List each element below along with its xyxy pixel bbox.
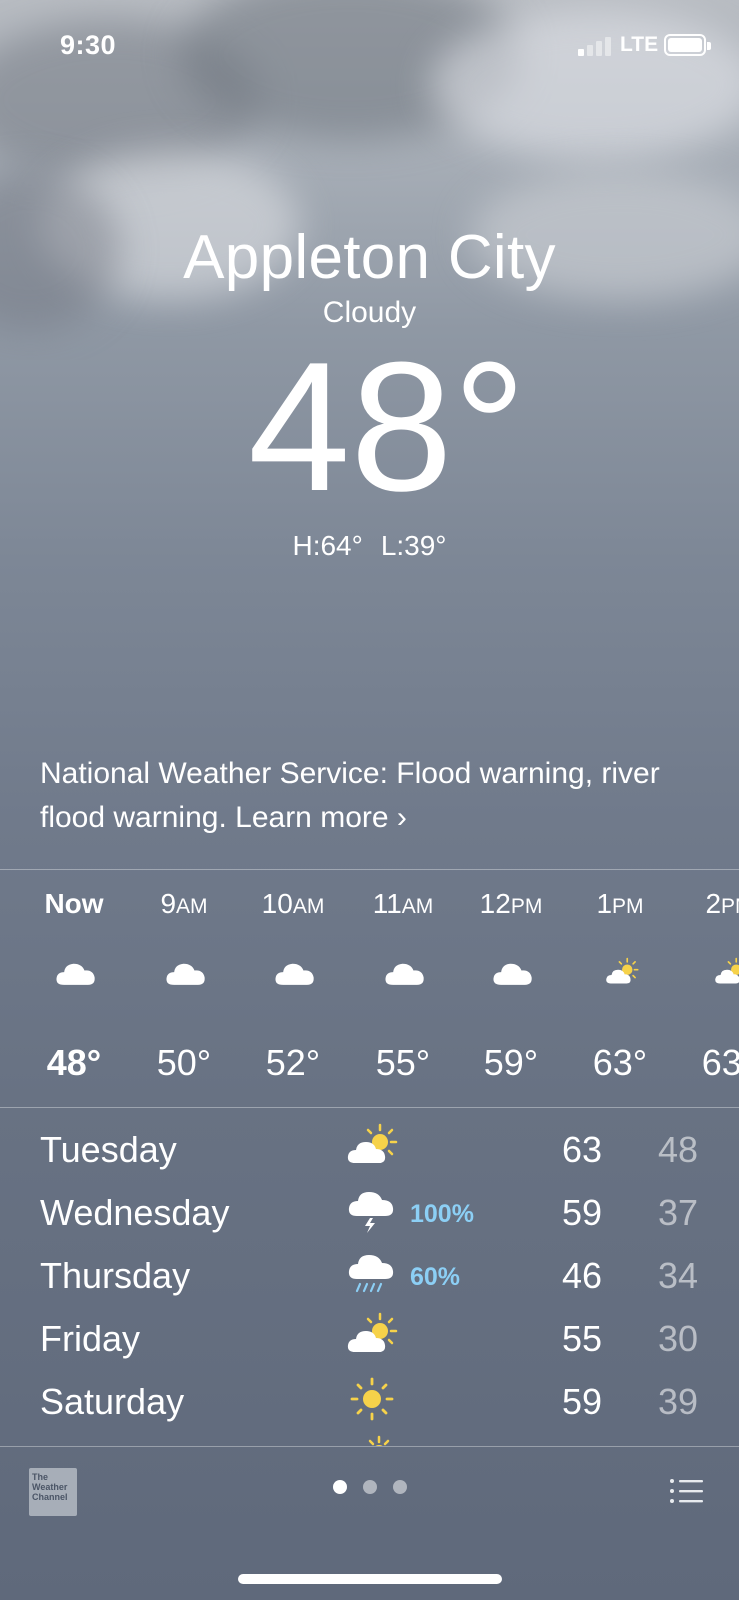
hourly-item: 2PM 63° [674, 870, 739, 1100]
low-temp: L:39° [380, 530, 447, 561]
cloud-icon [54, 956, 98, 990]
precip-chance: 100% [410, 1200, 474, 1228]
hour-temperature: 50° [156, 1042, 212, 1083]
hourly-item: 1PM 63° [565, 870, 675, 1100]
day-low: 48 [657, 1129, 698, 1170]
city-list-icon[interactable] [668, 1476, 704, 1506]
hourly-item: Now 48° [19, 870, 129, 1100]
hourly-item: 11AM 55° [348, 870, 458, 1100]
hour-temperature: 48° [46, 1042, 102, 1083]
day-low: 37 [657, 1192, 698, 1233]
day-low: 30 [657, 1318, 698, 1359]
day-high: 59 [561, 1192, 602, 1233]
daily-row: Friday 55 30 [0, 1304, 739, 1367]
hour-label: 1PM [596, 888, 644, 919]
current-temperature: 48° [248, 323, 527, 529]
day-name: Friday [40, 1318, 141, 1359]
hourly-item: 9AM 50° [129, 870, 239, 1100]
precip-chance: 60% [410, 1263, 461, 1291]
high-low: H:64° L:39° [0, 530, 739, 562]
day-name: Saturday [40, 1381, 185, 1422]
daily-row: Tuesday 63 48 [0, 1115, 739, 1178]
day-name: Wednesday [40, 1192, 230, 1233]
day-low: 34 [657, 1255, 698, 1296]
city-name: Appleton City [183, 223, 556, 292]
hour-label: Now [44, 888, 104, 919]
hourly-item: 12PM 59° [456, 870, 566, 1100]
page-dot[interactable] [362, 1480, 377, 1494]
high-temp: H:64° [292, 530, 363, 561]
day-high: 59 [561, 1381, 602, 1422]
page-indicator[interactable] [0, 1480, 739, 1499]
daily-row: Saturday 59 39 [0, 1367, 739, 1430]
status-time: 9:30 [60, 30, 117, 60]
partly-sunny-icon [600, 956, 644, 990]
hour-temperature: 52° [265, 1042, 321, 1083]
home-indicator[interactable] [238, 1574, 502, 1584]
partly-sunny-icon [346, 1310, 398, 1362]
page-dot[interactable] [332, 1480, 347, 1494]
hourly-forecast[interactable]: Now 48° 9AM 50° 10AM 52° 11AM 55° 12PM 59° 1PM 63° 2… [0, 870, 739, 1100]
cloud-icon [491, 956, 535, 990]
day-high: 46 [561, 1255, 602, 1296]
rain-icon [346, 1247, 398, 1299]
cloud-icon [273, 956, 317, 990]
day-name: Thursday [40, 1255, 191, 1296]
daily-row: Wednesday 100% 59 37 [0, 1178, 739, 1241]
cloud-icon [164, 956, 208, 990]
chevron-right-icon: › [396, 801, 407, 834]
partly-sunny-icon [346, 1121, 398, 1173]
hour-label: 12PM [479, 888, 543, 919]
hourly-item: 10AM 52° [238, 870, 348, 1100]
day-low: 39 [657, 1381, 698, 1422]
weather-alert[interactable]: National Weather Service: Flood warning,… [40, 752, 720, 840]
learn-more-link[interactable]: Learn more › [235, 801, 407, 834]
day-high: 55 [561, 1318, 602, 1359]
hour-label: 11AM [372, 888, 434, 919]
hour-temperature: 63° [592, 1042, 648, 1083]
hour-temperature: 63° [701, 1042, 739, 1083]
hour-label: 9AM [160, 888, 208, 919]
hour-temperature: 55° [375, 1042, 431, 1083]
day-high: 63 [561, 1129, 602, 1170]
divider [0, 1446, 739, 1447]
status-bar: 9:30 LTE [0, 0, 739, 90]
battery-icon [664, 34, 711, 56]
divider [0, 1107, 739, 1108]
network-type: LTE [620, 33, 659, 56]
cloud-icon [383, 956, 427, 990]
sun-icon [346, 1373, 398, 1425]
partly-sunny-icon [709, 956, 739, 990]
thunderstorm-icon [346, 1184, 398, 1236]
cell-signal-icon [578, 34, 614, 56]
sun-icon [364, 1434, 394, 1446]
daily-row: Thursday 60% 46 34 [0, 1241, 739, 1304]
day-name: Tuesday [40, 1129, 177, 1170]
hour-label: 2PM [705, 888, 739, 919]
page-dot[interactable] [392, 1480, 407, 1494]
hour-temperature: 59° [483, 1042, 539, 1083]
learn-more-label: Learn more [235, 801, 389, 834]
hour-label: 10AM [261, 888, 325, 919]
